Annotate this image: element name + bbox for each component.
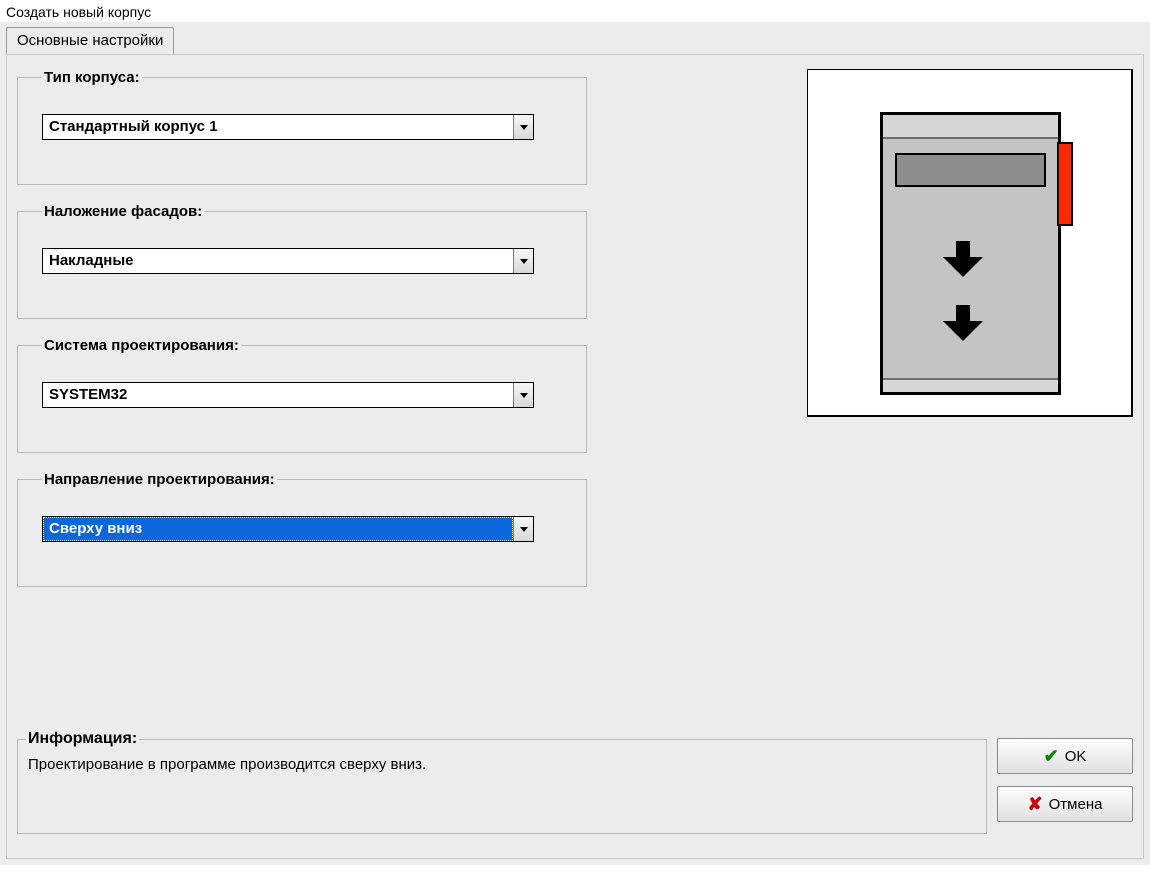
client-area: Основные настройки Тип корпуса: Стандарт… [0, 22, 1150, 865]
group-design-system: Система проектирования: SYSTEM32 [17, 337, 587, 453]
cabinet-type-value: Стандартный корпус 1 [43, 115, 513, 139]
chevron-down-icon [520, 125, 528, 130]
arrow-down-icon [943, 241, 983, 277]
ok-button[interactable]: ✔ OK [997, 738, 1133, 774]
cabinet-type-dropdown[interactable]: Стандартный корпус 1 [42, 114, 534, 140]
front-overlay-dropdown[interactable]: Накладные [42, 248, 534, 274]
design-direction-value: Сверху вниз [43, 517, 513, 541]
ok-button-label: OK [1065, 748, 1087, 765]
cancel-button-label: Отмена [1049, 796, 1103, 813]
front-overlay-dropdown-button[interactable] [513, 249, 533, 273]
group-design-direction: Направление проектирования: Сверху вниз [17, 471, 587, 587]
group-cabinet-type-legend: Тип корпуса: [42, 69, 142, 86]
preview-cabinet [880, 112, 1061, 395]
group-design-direction-legend: Направление проектирования: [42, 471, 277, 488]
check-icon: ✔ [1044, 746, 1059, 767]
design-direction-dropdown-button[interactable] [513, 517, 533, 541]
front-overlay-value: Накладные [43, 249, 513, 273]
preview-image [807, 69, 1133, 417]
preview-side-marker [1057, 142, 1073, 226]
group-info: Информация: Проектирование в программе п… [17, 730, 987, 834]
window-title: Создать новый корпус [0, 0, 1150, 22]
info-text: Проектирование в программе производится … [28, 752, 976, 773]
tab-panel: Тип корпуса: Стандартный корпус 1 Наложе… [6, 55, 1144, 859]
design-direction-dropdown[interactable]: Сверху вниз [42, 516, 534, 542]
design-system-dropdown-button[interactable] [513, 383, 533, 407]
tab-strip: Основные настройки [0, 22, 1150, 53]
group-info-legend: Информация: [26, 730, 139, 748]
chevron-down-icon [520, 259, 528, 264]
group-cabinet-type: Тип корпуса: Стандартный корпус 1 [17, 69, 587, 185]
arrow-down-icon [943, 305, 983, 341]
tab-main-settings[interactable]: Основные настройки [6, 27, 174, 54]
cabinet-type-dropdown-button[interactable] [513, 115, 533, 139]
group-front-overlay: Наложение фасадов: Накладные [17, 203, 587, 319]
chevron-down-icon [520, 393, 528, 398]
group-front-overlay-legend: Наложение фасадов: [42, 203, 204, 220]
group-design-system-legend: Система проектирования: [42, 337, 241, 354]
design-system-value: SYSTEM32 [43, 383, 513, 407]
design-system-dropdown[interactable]: SYSTEM32 [42, 382, 534, 408]
close-icon: ✘ [1028, 794, 1043, 815]
cancel-button[interactable]: ✘ Отмена [997, 786, 1133, 822]
chevron-down-icon [520, 527, 528, 532]
